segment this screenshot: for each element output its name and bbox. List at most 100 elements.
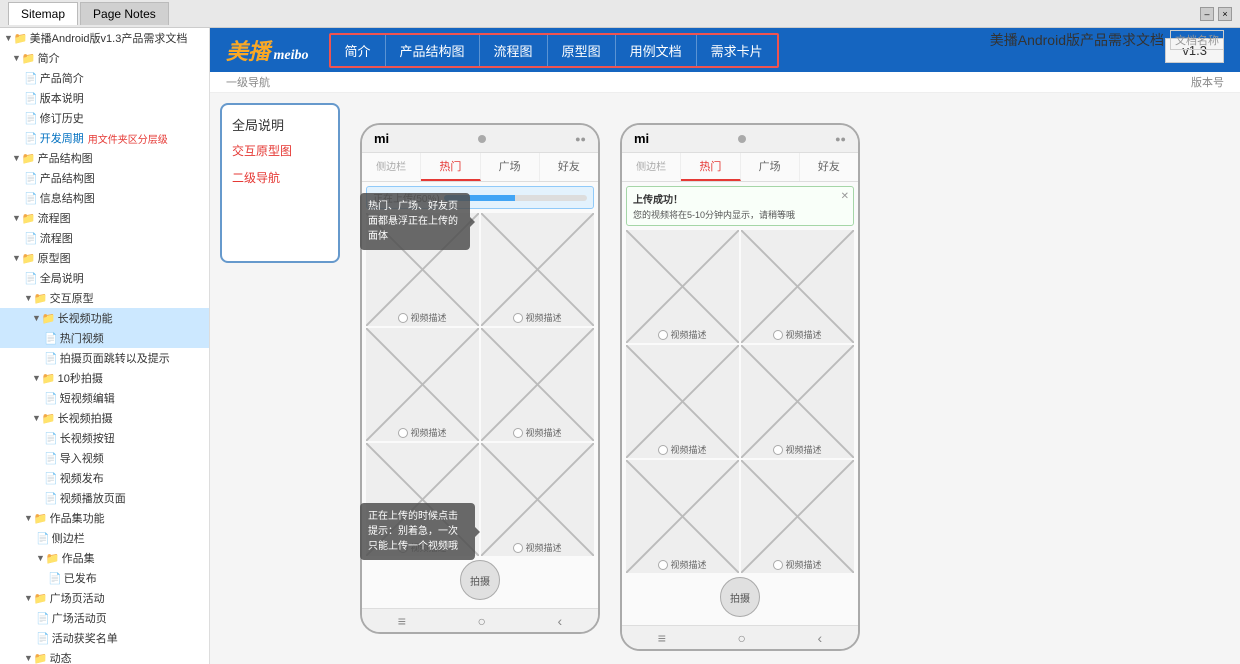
sidebar-item-changshipin-folder[interactable]: ▼ 📁 长视频功能 bbox=[0, 308, 209, 328]
nav-logo: 美播 meibo bbox=[226, 34, 309, 66]
phone2-top: mi ●● bbox=[622, 125, 858, 153]
phone1-tab-square[interactable]: 广场 bbox=[481, 153, 540, 181]
nav-logo-text: 美播 bbox=[226, 39, 270, 64]
version-label: 版本号 bbox=[1191, 74, 1224, 90]
phone2-tab-square[interactable]: 广场 bbox=[741, 153, 800, 181]
nav-link-yongli[interactable]: 用例文档 bbox=[616, 35, 697, 66]
sidebar-item-changshipin-anniu[interactable]: 📄 长视频按钮 bbox=[0, 428, 209, 448]
sidebar-item-guangchang-huodong[interactable]: 📄 广场活动页 bbox=[0, 608, 209, 628]
nav-link-liucheng[interactable]: 流程图 bbox=[480, 35, 548, 66]
nav-link-xuqiu[interactable]: 需求卡片 bbox=[697, 35, 777, 66]
nav-logo-sub: meibo bbox=[270, 48, 309, 63]
close-button[interactable]: × bbox=[1218, 7, 1232, 21]
sidebar-item-banbenmingxi[interactable]: 📄 版本说明 bbox=[0, 88, 209, 108]
file-icon: 📄 bbox=[24, 72, 38, 85]
sidebar-item-xiudingLishi[interactable]: 📄 修订历史 bbox=[0, 108, 209, 128]
sidebar-item-shipin-bofang[interactable]: 📄 视频播放页面 bbox=[0, 488, 209, 508]
sidebar-label: 产品简介 bbox=[40, 70, 84, 86]
sidebar-item-changshipin-paishe[interactable]: ▼ 📁 长视频拍摄 bbox=[0, 408, 209, 428]
expand-icon: ▼ bbox=[12, 213, 21, 223]
phone2-success-box: 上传成功！ 您的视频将在5-10分钟内显示，请稍等哦 ✕ bbox=[626, 186, 854, 226]
success-title: 上传成功！ bbox=[633, 191, 847, 206]
sidebar-item-cebianzhulan[interactable]: 📄 侧边栏 bbox=[0, 528, 209, 548]
sidebar-item-paishtiao[interactable]: 📄 拍摄页面跳转以及提示 bbox=[0, 348, 209, 368]
minimize-button[interactable]: – bbox=[1200, 7, 1214, 21]
sidebar-item-cpjgt[interactable]: 📄 产品结构图 bbox=[0, 168, 209, 188]
expand-icon: ▼ bbox=[32, 313, 41, 323]
phone2-tab-sidebar[interactable]: 侧边栏 bbox=[622, 153, 681, 181]
sidebar-label: 作品集 bbox=[62, 550, 95, 566]
folder-icon: 📁 bbox=[42, 312, 56, 325]
bottom-back-icon: ‹ bbox=[558, 613, 563, 629]
phone2-tab-hot[interactable]: 热门 bbox=[681, 153, 740, 181]
expand-icon: ▼ bbox=[32, 373, 41, 383]
sidebar-item-yuanxing-folder[interactable]: ▼ 📁 原型图 bbox=[0, 248, 209, 268]
file-icon: 📄 bbox=[24, 272, 38, 285]
sidebar-item-xxjgt[interactable]: 📄 信息结构图 bbox=[0, 188, 209, 208]
file-icon: 📄 bbox=[24, 112, 38, 125]
sidebar-item-huodong-jiangshou[interactable]: 📄 活动获奖名单 bbox=[0, 628, 209, 648]
folder-icon: 📁 bbox=[34, 652, 48, 664]
expand-icon: ▼ bbox=[4, 33, 13, 43]
sidebar-item-guangchang-folder[interactable]: ▼ 📁 广场页活动 bbox=[0, 588, 209, 608]
capture-button[interactable]: 拍摄 bbox=[460, 560, 500, 600]
phone1-tab-sidebar[interactable]: 侧边栏 bbox=[362, 153, 421, 181]
phone1-mi-label: mi bbox=[374, 131, 389, 146]
nav-link-jianjie[interactable]: 简介 bbox=[331, 35, 386, 66]
sidebar-item-shipin-fabu[interactable]: 📄 视频发布 bbox=[0, 468, 209, 488]
main-content: 全局说明 交互原型图 二级导航 热门、广场、好友页面都悬浮正在上传的面体 正在上… bbox=[210, 93, 1240, 664]
doc-title-label: 文档名称 bbox=[1170, 30, 1224, 50]
nav-link-yuanxing[interactable]: 原型图 bbox=[548, 35, 616, 66]
file-icon: 📄 bbox=[44, 352, 58, 365]
file-icon: 📄 bbox=[44, 452, 58, 465]
expand-icon: ▼ bbox=[12, 153, 21, 163]
file-icon: 📄 bbox=[24, 172, 38, 185]
sidebar-label: 广场活动页 bbox=[52, 610, 107, 626]
main-layout: ▼ 📁 美播Android版v1.3产品需求文档 ▼ 📁 简介 📄 产品简介 📄… bbox=[0, 28, 1240, 664]
sidebar-item-yifabu[interactable]: 📄 已发布 bbox=[0, 568, 209, 588]
sidebar-item-shipinbianji[interactable]: 📄 短视频编辑 bbox=[0, 388, 209, 408]
sidebar-item-hotvideos[interactable]: 📄 热门视频 bbox=[0, 328, 209, 348]
phone2-status: ●● bbox=[835, 134, 846, 144]
file-icon: 📄 bbox=[36, 612, 50, 625]
sidebar-item-10sec-folder[interactable]: ▼ 📁 10秒拍摄 bbox=[0, 368, 209, 388]
tab-page-notes[interactable]: Page Notes bbox=[80, 2, 169, 25]
success-close-button[interactable]: ✕ bbox=[841, 191, 849, 202]
sidebar-item-liucheng-folder[interactable]: ▼ 📁 流程图 bbox=[0, 208, 209, 228]
video-cell: 视频描述 bbox=[626, 345, 739, 458]
sidebar-item-jiaohuyuanxing-folder[interactable]: ▼ 📁 交互原型 bbox=[0, 288, 209, 308]
sidebar-label: 流程图 bbox=[40, 230, 73, 246]
expand-icon: ▼ bbox=[24, 593, 33, 603]
sidebar-item-zuopinji-folder[interactable]: ▼ 📁 作品集功能 bbox=[0, 508, 209, 528]
video-cell: 视频描述 bbox=[741, 230, 854, 343]
sidebar-item-daoru-shipin[interactable]: 📄 导入视频 bbox=[0, 448, 209, 468]
sidebar-item-kaifaZhouqi[interactable]: 📄 开发周期 用文件夹区分层级 bbox=[0, 128, 209, 148]
outline-box: 全局说明 交互原型图 二级导航 bbox=[220, 103, 340, 263]
sidebar-root[interactable]: ▼ 📁 美播Android版v1.3产品需求文档 bbox=[0, 28, 209, 48]
sidebar-item-quanjushuoming[interactable]: 📄 全局说明 bbox=[0, 268, 209, 288]
sidebar-item-zuopinji-sub[interactable]: ▼ 📁 作品集 bbox=[0, 548, 209, 568]
callout-clicking-note: 正在上传的时候点击提示：别着急，一次只能上传一个视频哦 bbox=[360, 503, 475, 560]
sidebar-item-chanpinjianJie[interactable]: 📄 产品简介 bbox=[0, 68, 209, 88]
sidebar-item-jianJie-folder[interactable]: ▼ 📁 简介 bbox=[0, 48, 209, 68]
phone2-tabs: 侧边栏 热门 广场 好友 bbox=[622, 153, 858, 182]
sidebar-item-chanpinjiegou-folder[interactable]: ▼ 📁 产品结构图 bbox=[0, 148, 209, 168]
video-label: 视频描述 bbox=[398, 424, 446, 441]
video-label: 视频描述 bbox=[658, 326, 706, 343]
phone2-tab-friends[interactable]: 好友 bbox=[800, 153, 858, 181]
sidebar-label: 视频发布 bbox=[60, 470, 104, 486]
sidebar-label: 视频播放页面 bbox=[60, 490, 126, 506]
sidebar-item-dongtai-folder[interactable]: ▼ 📁 动态 bbox=[0, 648, 209, 664]
video-cell: 视频描述 bbox=[626, 230, 739, 343]
success-desc: 您的视频将在5-10分钟内显示，请稍等哦 bbox=[633, 208, 847, 221]
tab-sitemap[interactable]: Sitemap bbox=[8, 2, 78, 25]
expand-icon: ▼ bbox=[32, 413, 41, 423]
phone1-tab-hot[interactable]: 热门 bbox=[421, 153, 480, 181]
nav-link-chanpinjiegou[interactable]: 产品结构图 bbox=[386, 35, 480, 66]
sidebar-label: 产品结构图 bbox=[40, 170, 95, 186]
outline-panel: 全局说明 交互原型图 二级导航 bbox=[210, 93, 350, 664]
phone1-tab-friends[interactable]: 好友 bbox=[540, 153, 598, 181]
capture-button-2[interactable]: 拍摄 bbox=[720, 577, 760, 617]
sidebar-item-liuchengtu[interactable]: 📄 流程图 bbox=[0, 228, 209, 248]
outline-link1[interactable]: 交互原型图 bbox=[232, 142, 328, 159]
